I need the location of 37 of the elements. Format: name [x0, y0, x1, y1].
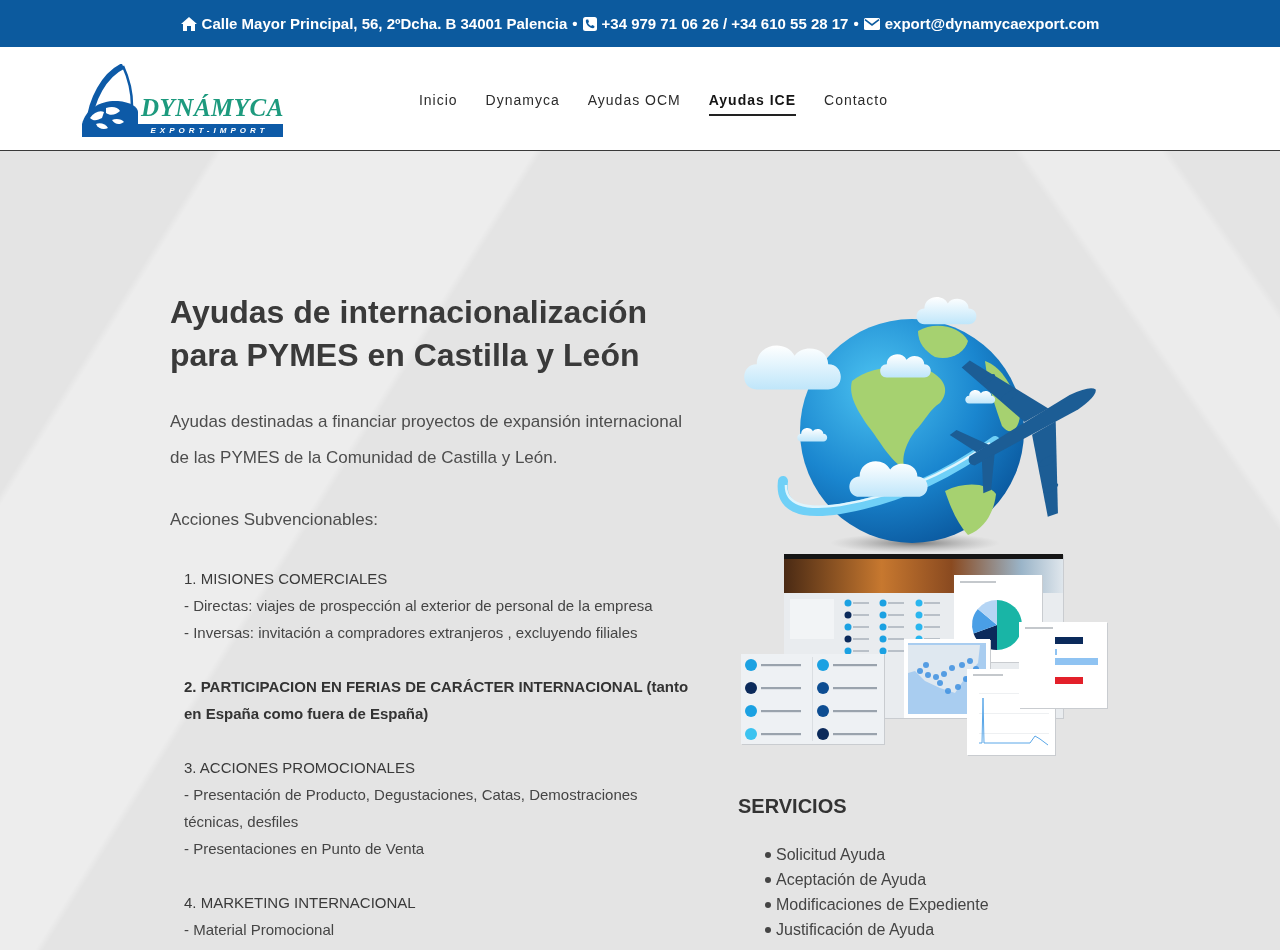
nav-link[interactable]: Dynamyca [485, 83, 560, 116]
home-icon [180, 16, 197, 31]
action-detail: - Inversas: invitación a compradores extranjeros , excluyendo filiales [184, 623, 639, 643]
bullet-icon [765, 851, 771, 858]
address-text: Calle Mayor Principal, 56, 2ºDcha. B 34001 Palencia [201, 15, 568, 32]
envelope-icon [863, 17, 880, 30]
action-detail: - Presentación de Producto, Degustaciones, Catas, Demostraciones técnicas, desfiles [184, 785, 639, 832]
services-heading: SERVICIOS [738, 794, 847, 819]
nav-link[interactable]: Ayudas OCM [587, 83, 681, 116]
logo-wordmark: DYNÁMYCA [140, 93, 284, 123]
page-title: Ayudas de internacionalización para PYMES en Castilla y León [170, 293, 649, 375]
service-item: Solicitud Ayuda [776, 845, 886, 864]
action-heading: 3. ACCIONES PROMOCIONALES [184, 758, 416, 778]
separator: • [853, 15, 859, 32]
phone-numbers: +34 979 71 06 26 / +34 610 55 28 17 [601, 15, 849, 32]
sail-globe-icon [82, 64, 138, 137]
bullet-icon [765, 901, 771, 908]
nav-link[interactable]: Inicio [418, 83, 458, 116]
action-detail: - Directas: viajes de prospección al exterior de personal de la empresa [184, 596, 654, 616]
service-item: Aceptación de Ayuda [776, 870, 927, 889]
phone-icon [582, 16, 597, 31]
action-heading: 2. PARTICIPACION EN FERIAS DE CARÁCTER INTERNACIONAL (tanto en España como fuera de España) [184, 677, 690, 724]
nav-link[interactable]: Contacto [824, 83, 889, 116]
action-heading: 1. MISIONES COMERCIALES [184, 569, 389, 589]
action-detail: - Material Promocional [184, 920, 336, 940]
intro-text: Ayudas destinadas a financiar proyectos de expansión internacional de las PYMES de la Comunidad de Castilla y León. [170, 411, 683, 469]
logo-tagline: EXPORT-IMPORT [136, 124, 283, 137]
action-heading: 4. MARKETING INTERNACIONAL [184, 893, 417, 913]
service-item: Justificación de Ayuda [776, 920, 935, 939]
nav-link[interactable]: Ayudas ICE [708, 83, 796, 116]
service-item: Modificaciones de Expediente [776, 895, 989, 914]
separator: • [572, 15, 578, 32]
bullet-icon [765, 876, 771, 883]
email-link[interactable]: export@dynamycaexport.com [884, 15, 1100, 32]
section-label: Acciones Subvencionables: [170, 509, 379, 531]
action-detail: - Presentaciones en Punto de Venta [184, 839, 426, 859]
bullet-icon [765, 926, 771, 933]
